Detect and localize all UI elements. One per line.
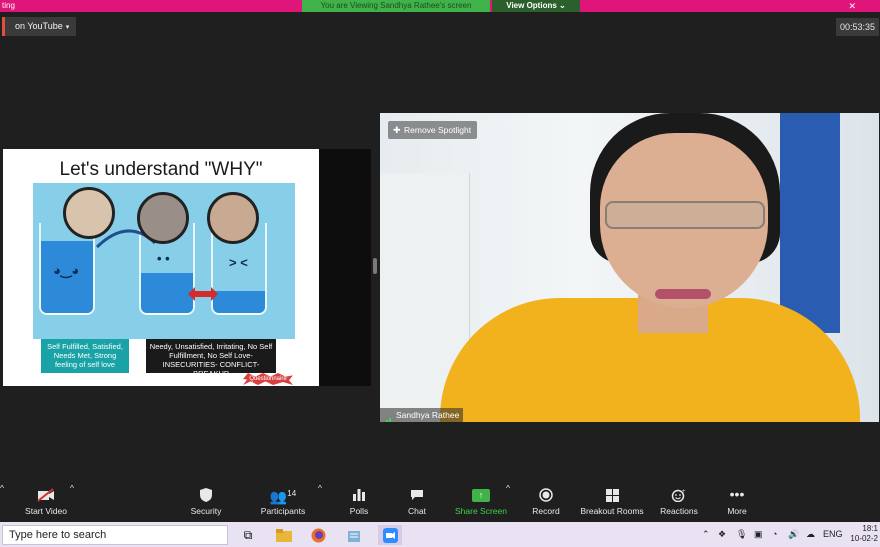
polls-label: Polls — [349, 506, 369, 516]
zoom-app-icon[interactable] — [378, 525, 402, 545]
participants-icon: 👥 — [269, 488, 288, 505]
video-options-caret[interactable]: ^ — [70, 483, 74, 493]
viewing-banner: You are Viewing Sandhya Rathee's screen — [302, 0, 490, 12]
speaker-glasses — [605, 201, 765, 229]
taskbar-clock[interactable]: 18:1 10-02-2 — [850, 524, 878, 544]
polls-button[interactable]: Polls — [342, 483, 376, 522]
reactions-label: Reactions — [660, 506, 698, 516]
share-icon-wrap: ↑ — [452, 483, 510, 505]
language-indicator[interactable]: ENG — [823, 522, 843, 547]
share-screen-label: Share Screen — [455, 506, 507, 516]
more-button[interactable]: ••• More — [720, 483, 754, 522]
security-button[interactable]: Security — [184, 483, 228, 522]
more-label: More — [727, 506, 747, 516]
tray-chevron-icon[interactable]: ⌃ — [702, 522, 710, 547]
breakout-rooms-label: Breakout Rooms — [580, 506, 644, 516]
notes-app-icon[interactable] — [342, 525, 366, 545]
volume-icon[interactable]: 🔊 — [788, 522, 799, 547]
split-resize-handle[interactable] — [373, 258, 377, 274]
video-blue-panel — [780, 113, 840, 333]
double-arrow-icon — [188, 287, 218, 301]
smile-face: ◕‿◕ — [53, 263, 80, 278]
shield-icon — [184, 483, 228, 505]
clock-time: 18:1 — [862, 524, 878, 533]
security-label: Security — [190, 506, 222, 516]
caption-fulfilled: Self Fulfilled, Satisfied, Needs Met, St… — [41, 339, 129, 373]
meeting-toolbar: Start Video ^ ^ Security 👥14 Participant… — [0, 483, 880, 522]
chat-label: Chat — [408, 506, 426, 516]
chevron-down-icon: ▾ — [65, 24, 70, 31]
caption-needy: Needy, Unsatisfied, Irritating, No Self … — [146, 339, 276, 378]
participants-label: Participants — [260, 506, 306, 516]
questionnaire-badge: Questionnaire — [243, 373, 293, 385]
participant-name: Sandhya Rathee — [396, 410, 460, 420]
participants-icon-wrap: 👥14 — [254, 483, 312, 505]
video-off-icon — [18, 483, 74, 505]
audio-options-caret[interactable]: ^ — [0, 483, 4, 493]
slide-title: Let's understand "WHY" — [59, 159, 263, 180]
reactions-button[interactable]: + Reactions — [656, 483, 702, 522]
ellipsis-icon: ••• — [729, 486, 745, 502]
signal-bars-icon — [383, 411, 393, 422]
remove-spotlight-label: Remove Spotlight — [404, 125, 472, 135]
top-bar: ting You are Viewing Sandhya Rathee's sc… — [0, 0, 880, 12]
participants-options-caret[interactable]: ^ — [318, 483, 322, 493]
shared-slide: Let's understand "WHY" ◕‿◕ • • > < Self … — [3, 149, 319, 386]
man-portrait — [207, 192, 259, 244]
pin-icon: ✚ — [393, 125, 401, 135]
record-label: Record — [532, 506, 560, 516]
task-view-icon[interactable]: ⧉ — [236, 525, 260, 545]
neutral-face: • • — [157, 251, 170, 266]
close-icon[interactable]: ✕ — [848, 0, 856, 12]
participants-button[interactable]: 👥14 Participants — [254, 483, 312, 522]
live-on-youtube-button[interactable]: on YouTube ▾ — [2, 17, 77, 36]
sad-woman-portrait — [137, 192, 189, 244]
remove-spotlight-button[interactable]: ✚ Remove Spotlight — [388, 121, 478, 139]
chat-button[interactable]: Chat — [400, 483, 434, 522]
slide-letterbox — [319, 149, 371, 386]
bar-chart-icon — [342, 483, 376, 505]
sad-face: > < — [229, 255, 248, 270]
spotlight-video: ✚ Remove Spotlight Sandhya Rathee — [380, 113, 879, 422]
app-title: ting — [2, 1, 15, 10]
video-tray-icon[interactable]: ▣ — [754, 522, 763, 547]
meeting-timer: 00:53:35 — [835, 18, 879, 36]
share-screen-button[interactable]: ↑ Share Screen — [452, 483, 510, 522]
dropbox-icon[interactable]: ❖ — [718, 522, 726, 547]
grid-icon — [578, 483, 646, 505]
file-explorer-icon[interactable] — [272, 525, 296, 545]
breakout-rooms-button[interactable]: Breakout Rooms — [578, 483, 646, 522]
view-options-button[interactable]: View Options ⌄ — [492, 0, 580, 12]
smiley-plus-icon: + — [656, 483, 702, 505]
windows-taskbar: Type here to search ⧉ ⌃ ❖ 🎙 ▣ ◔ 🔊 ☁ ENG … — [0, 522, 880, 547]
chevron-down-icon: ⌄ — [559, 1, 566, 10]
live-label: on YouTube — [15, 21, 63, 31]
zoom-window: ting You are Viewing Sandhya Rathee's sc… — [0, 0, 880, 547]
firefox-icon[interactable] — [306, 525, 330, 545]
start-video-button[interactable]: Start Video — [18, 483, 74, 522]
view-options-label: View Options — [506, 1, 557, 10]
microphone-icon[interactable]: 🎙 — [736, 522, 747, 547]
share-options-caret[interactable]: ^ — [506, 483, 510, 493]
couple-portrait — [63, 187, 115, 239]
taskbar-search-input[interactable]: Type here to search — [2, 525, 228, 545]
record-button[interactable]: Record — [528, 483, 564, 522]
start-video-label: Start Video — [25, 506, 67, 516]
chat-bubble-icon — [400, 483, 434, 505]
record-icon — [528, 483, 564, 505]
wifi-icon[interactable]: ◔ — [772, 522, 777, 547]
cloud-icon[interactable]: ☁ — [806, 522, 815, 547]
participants-count: 14 — [287, 489, 297, 498]
share-arrow-icon: ↑ — [472, 488, 490, 502]
svg-text:+: + — [682, 489, 686, 495]
clock-date: 10-02-2 — [850, 534, 878, 543]
speaker-lips — [655, 289, 711, 299]
participant-name-tag: Sandhya Rathee — [380, 408, 464, 422]
